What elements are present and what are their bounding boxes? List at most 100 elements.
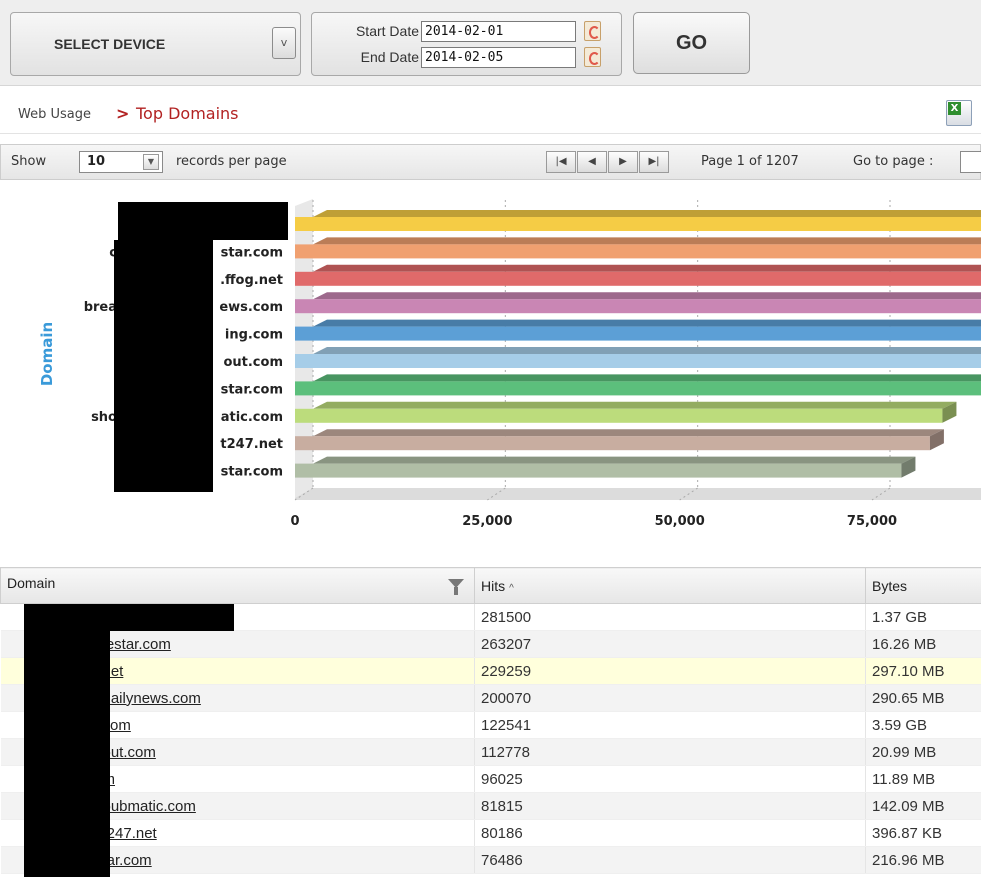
breadcrumb-web-usage[interactable]: Web Usage — [18, 107, 91, 122]
chart-bar[interactable] — [295, 374, 981, 396]
chevron-down-icon[interactable]: v — [272, 27, 296, 59]
breadcrumb-top-domains: Top Domains — [136, 104, 239, 123]
chart-bar[interactable] — [295, 237, 981, 259]
end-date-row: End Date — [312, 47, 621, 69]
chart-bar[interactable] — [295, 319, 981, 341]
hits-cell: 229259 — [474, 657, 866, 685]
goto-page-input[interactable] — [960, 151, 981, 173]
chart-bar-top — [313, 401, 957, 409]
chart-bar-face — [295, 271, 981, 286]
chart-category-label: star.com — [221, 465, 283, 480]
x-axis-tick-label: 50,000 — [655, 514, 705, 529]
show-label: Show — [11, 154, 47, 169]
table-header-row: Domain Hits ^ Bytes — [0, 567, 981, 604]
chart-bar[interactable] — [295, 292, 981, 314]
table-row: t247.net 80186 396.87 KB — [0, 819, 981, 847]
chart-bar[interactable] — [295, 456, 916, 478]
hits-column-header[interactable]: Hits ^ — [474, 567, 866, 604]
chart-bar-face — [295, 244, 981, 259]
start-date-input[interactable] — [421, 21, 576, 42]
end-date-label: End Date — [360, 49, 419, 65]
bytes-cell: 396.87 KB — [865, 819, 981, 847]
bytes-cell: 142.09 MB — [865, 792, 981, 820]
x-axis-tick-label: 75,000 — [847, 514, 897, 529]
chart-bar-face — [295, 408, 943, 423]
chart-bar[interactable] — [295, 347, 981, 368]
chart-side-wall — [295, 199, 313, 498]
first-page-icon[interactable]: |◀ — [546, 151, 576, 173]
chart-bar-top — [313, 374, 981, 382]
select-device-label: SELECT DEVICE — [54, 36, 166, 52]
table-row: pubmatic.com 81815 142.09 MB — [0, 792, 981, 820]
chart-bar-top — [313, 292, 981, 300]
chart-category-label: .ffog.net — [220, 273, 283, 288]
chart-bar-top — [313, 210, 981, 217]
hits-cell: 112778 — [474, 738, 866, 766]
chart-bar-face — [295, 326, 981, 341]
table-row: m9602511.89 MB — [0, 765, 981, 793]
calendar-icon[interactable] — [584, 21, 601, 41]
select-device-dropdown[interactable]: SELECT DEVICE v — [10, 12, 301, 76]
filter-icon[interactable] — [448, 578, 464, 596]
chart-floor — [295, 488, 981, 500]
hits-cell: 122541 — [474, 711, 866, 739]
bytes-cell: 1.37 GB — [865, 603, 981, 631]
page-size-value: 10 — [87, 154, 106, 169]
excel-export-icon[interactable] — [946, 100, 972, 126]
hits-header-label: Hits — [481, 577, 506, 594]
start-date-row: Start Date — [312, 21, 621, 43]
y-axis-label: Domain — [38, 322, 56, 386]
chart-bar[interactable] — [295, 429, 944, 451]
bytes-cell: 297.10 MB — [865, 657, 981, 685]
chart-bar[interactable] — [295, 264, 981, 286]
last-page-icon[interactable]: ▶| — [639, 151, 669, 173]
chart-bar-top — [313, 347, 981, 354]
chart-category-label: star.com — [221, 245, 283, 260]
chart-bar-face — [295, 381, 981, 396]
chart-bar-face — [295, 436, 930, 451]
chart-bar-top — [313, 456, 916, 464]
page-info: Page 1 of 1207 — [701, 154, 799, 169]
chart-bar-top — [313, 319, 981, 327]
next-page-icon[interactable]: ▶ — [608, 151, 638, 173]
bytes-header-label: Bytes — [872, 577, 908, 594]
hits-cell: 80186 — [474, 819, 866, 847]
redacted-block — [24, 631, 110, 877]
bytes-column-header[interactable]: Bytes — [865, 567, 981, 604]
chart-bar-top — [313, 237, 981, 245]
bytes-cell: 216.96 MB — [865, 846, 981, 874]
goto-page-label: Go to page : — [853, 154, 934, 169]
bytes-cell: 16.26 MB — [865, 630, 981, 658]
hits-cell: 200070 — [474, 684, 866, 712]
pager-bar: Show 10 ▼ records per page |◀ ◀ ▶ ▶| Pag… — [0, 144, 981, 180]
bytes-cell: 290.65 MB — [865, 684, 981, 712]
breadcrumb-separator: > — [116, 104, 130, 123]
chevron-down-icon[interactable]: ▼ — [143, 154, 159, 170]
chart-bar[interactable] — [295, 401, 957, 423]
bytes-cell: 3.59 GB — [865, 711, 981, 739]
breadcrumb: Web Usage > Top Domains — [0, 96, 981, 134]
chart-bar[interactable] — [295, 210, 981, 231]
chart-category-label: atic.com — [221, 410, 283, 425]
hits-cell: 281500 — [474, 603, 866, 631]
table-row: tar.com 76486 216.96 MB — [0, 846, 981, 874]
date-range-panel: Start Date End Date — [311, 12, 622, 76]
end-date-input[interactable] — [421, 47, 576, 68]
redacted-block — [24, 604, 234, 631]
redacted-block — [114, 240, 213, 492]
records-per-page-label: records per page — [176, 154, 287, 169]
x-axis-tick-label: 0 — [290, 514, 299, 529]
domain-column-header[interactable]: Domain — [0, 567, 475, 604]
prev-page-icon[interactable]: ◀ — [577, 151, 607, 173]
chart-bar-top — [313, 264, 981, 272]
hits-cell: 96025 — [474, 765, 866, 793]
chart-category-label: star.com — [221, 382, 283, 397]
x-axis-tick-label: 25,000 — [462, 514, 512, 529]
chart-bar-top — [313, 429, 944, 437]
hits-cell: 76486 — [474, 846, 866, 874]
go-button[interactable]: GO — [633, 12, 750, 74]
page-size-select[interactable]: 10 ▼ — [79, 151, 163, 173]
table-row: lestar.com 263207 16.26 MB — [0, 630, 981, 658]
calendar-icon[interactable] — [584, 47, 601, 67]
chart-category-label: out.com — [223, 355, 283, 370]
